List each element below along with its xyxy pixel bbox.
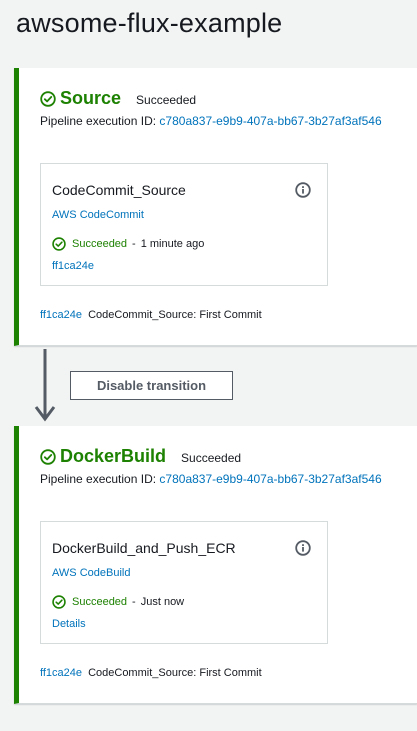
action-provider-link[interactable]: AWS CodeCommit (52, 209, 144, 221)
commit-id-link[interactable]: ff1ca24e (40, 309, 82, 321)
check-circle-icon (40, 90, 56, 107)
arrow-down-icon (34, 349, 56, 422)
action-revision-link[interactable]: ff1ca24e (52, 260, 94, 272)
stage-status: Succeeded (136, 93, 197, 107)
commit-row: ff1ca24e CodeCommit_Source: First Commit (40, 309, 262, 321)
execution-id-link[interactable]: c780a837-e9b9-407a-bb67-3b27af3af546 (159, 114, 381, 128)
action-card: DockerBuild_and_Push_ECR AWS CodeBuild S… (40, 521, 328, 644)
page-title: awsome-flux-example (16, 8, 283, 38)
disable-transition-button[interactable]: Disable transition (70, 371, 233, 400)
action-status: Succeeded - 1 minute ago (52, 237, 204, 251)
status-separator: - (132, 238, 136, 250)
action-name: DockerBuild_and_Push_ECR (52, 540, 236, 556)
execution-id-link[interactable]: c780a837-e9b9-407a-bb67-3b27af3af546 (159, 472, 381, 486)
action-time: 1 minute ago (140, 238, 205, 250)
commit-message: CodeCommit_Source: First Commit (88, 667, 262, 679)
stage-name[interactable]: Source (60, 88, 121, 109)
execution-id-label: Pipeline execution ID: (40, 114, 157, 128)
execution-id-label: Pipeline execution ID: (40, 472, 157, 486)
check-circle-icon (52, 595, 66, 609)
action-details-link[interactable]: Details (52, 618, 86, 630)
stage-header: Source Succeeded (40, 88, 196, 109)
action-status-text: Succeeded (72, 238, 128, 250)
check-circle-icon (40, 448, 56, 465)
commit-message: CodeCommit_Source: First Commit (88, 309, 262, 321)
stage-header: DockerBuild Succeeded (40, 446, 241, 467)
status-separator: - (132, 596, 136, 608)
action-name: CodeCommit_Source (52, 182, 186, 198)
execution-id-row: Pipeline execution ID: c780a837-e9b9-407… (40, 472, 382, 486)
action-time: Just now (140, 596, 185, 608)
info-icon[interactable] (295, 182, 311, 198)
info-icon[interactable] (295, 540, 311, 556)
action-status: Succeeded - Just now (52, 595, 184, 609)
action-provider-link[interactable]: AWS CodeBuild (52, 567, 130, 579)
commit-row: ff1ca24e CodeCommit_Source: First Commit (40, 667, 262, 679)
execution-id-row: Pipeline execution ID: c780a837-e9b9-407… (40, 114, 382, 128)
action-status-text: Succeeded (72, 596, 128, 608)
check-circle-icon (52, 237, 66, 251)
action-card: CodeCommit_Source AWS CodeCommit Succeed… (40, 163, 328, 286)
stage-dockerbuild: DockerBuild Succeeded Pipeline execution… (14, 426, 417, 704)
stage-name[interactable]: DockerBuild (60, 446, 166, 467)
stage-source: Source Succeeded Pipeline execution ID: … (14, 68, 417, 346)
commit-id-link[interactable]: ff1ca24e (40, 667, 82, 679)
stage-status: Succeeded (181, 451, 242, 465)
